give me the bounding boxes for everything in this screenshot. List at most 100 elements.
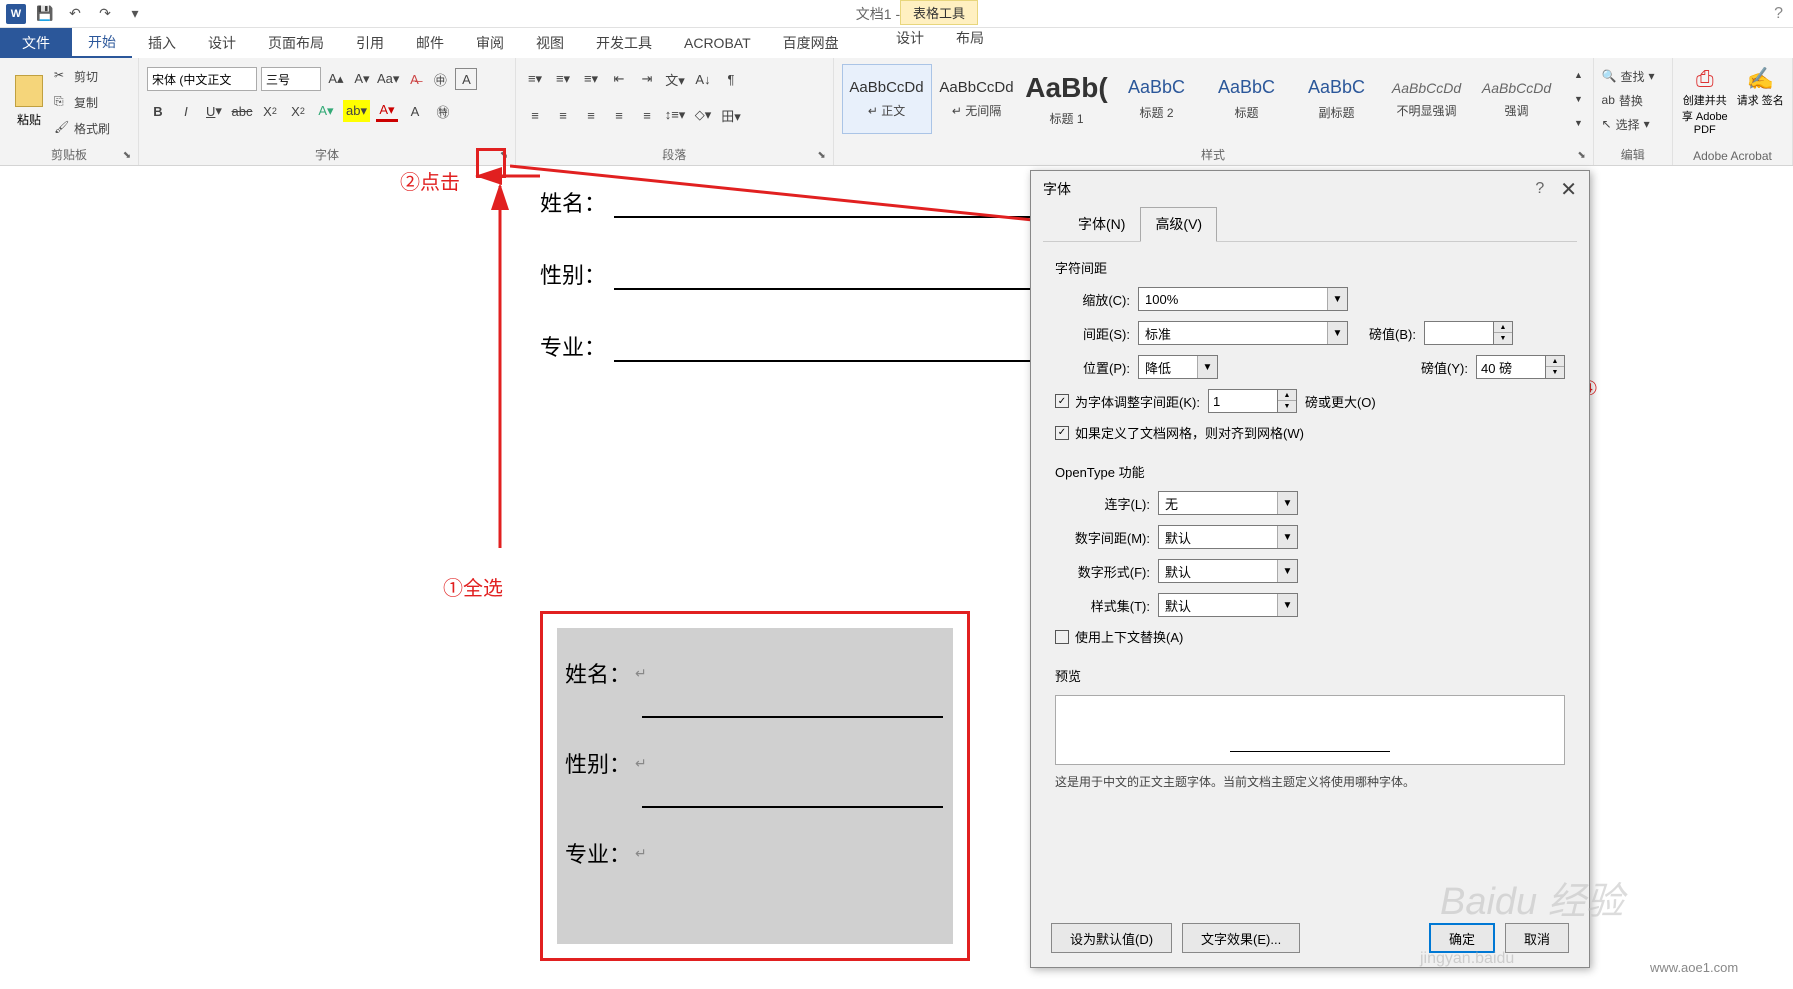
tab-table-design[interactable]: 设计 [880, 28, 940, 48]
paragraph-launcher-icon[interactable]: ⬊ [815, 148, 829, 162]
numspacing-combo[interactable]: 默认▼ [1158, 525, 1298, 549]
sort-button[interactable]: A↓ [692, 68, 714, 90]
table-row[interactable]: 性别：↵ [557, 718, 953, 808]
spinner-up-icon[interactable]: ▲ [1494, 322, 1512, 333]
dialog-close-icon[interactable]: ✕ [1560, 177, 1577, 202]
asian-layout-button[interactable]: 文▾ [664, 68, 686, 90]
tab-page-layout[interactable]: 页面布局 [252, 28, 340, 58]
form-field[interactable]: 姓名： [540, 186, 1060, 218]
font-color-button[interactable]: A▾ [376, 100, 398, 122]
tab-mailings[interactable]: 邮件 [400, 28, 460, 58]
grow-font-button[interactable]: A▴ [325, 68, 347, 90]
styles-more-icon[interactable]: ▼ [1568, 112, 1590, 134]
tab-developer[interactable]: 开发工具 [580, 28, 668, 58]
spinner-down-icon[interactable]: ▼ [1494, 333, 1512, 344]
dialog-tab-font[interactable]: 字体(N) [1063, 207, 1140, 241]
set-default-button[interactable]: 设为默认值(D) [1051, 923, 1172, 953]
align-center-button[interactable]: ≡ [552, 104, 574, 126]
spinner-down-icon[interactable]: ▼ [1546, 367, 1564, 378]
bold-button[interactable]: B [147, 100, 169, 122]
snap-grid-checkbox[interactable]: ✓ [1055, 426, 1069, 440]
increase-indent-button[interactable]: ⇥ [636, 68, 658, 90]
tab-view[interactable]: 视图 [520, 28, 580, 58]
underline-button[interactable]: U▾ [203, 100, 225, 122]
dialog-tab-advanced[interactable]: 高级(V) [1140, 207, 1217, 242]
font-family-select[interactable] [147, 67, 257, 91]
spacing-combo[interactable]: 标准▼ [1138, 321, 1348, 345]
italic-button[interactable]: I [175, 100, 197, 122]
style-item[interactable]: AaBbCcDd↵ 正文 [842, 64, 932, 134]
qat-redo-icon[interactable]: ↷ [94, 3, 116, 25]
style-item[interactable]: AaBbCcDd强调 [1472, 64, 1562, 134]
qat-undo-icon[interactable]: ↶ [64, 3, 86, 25]
spacing-pt-spinner[interactable]: ▲▼ [1424, 321, 1513, 345]
bullets-button[interactable]: ≡▾ [524, 68, 546, 90]
cut-button[interactable]: ✂剪切 [54, 64, 110, 88]
form-field[interactable]: 专业： [540, 330, 1060, 362]
styles-launcher-icon[interactable]: ⬊ [1575, 148, 1589, 162]
numbering-button[interactable]: ≡▾ [552, 68, 574, 90]
text-effects-button[interactable]: A▾ [315, 100, 337, 122]
align-distribute-button[interactable]: ≡ [636, 104, 658, 126]
find-button[interactable]: 🔍查找▾ [1602, 64, 1664, 88]
ligature-combo[interactable]: 无▼ [1158, 491, 1298, 515]
style-item[interactable]: AaBbCcDd↵ 无间隔 [932, 64, 1022, 134]
style-item[interactable]: AaBbCcDd不明显强调 [1382, 64, 1472, 134]
cancel-button[interactable]: 取消 [1505, 923, 1569, 953]
styles-scroll-down-icon[interactable]: ▼ [1568, 88, 1590, 110]
borders-button[interactable]: 田▾ [720, 104, 742, 126]
subscript-button[interactable]: X2 [259, 100, 281, 122]
chevron-down-icon[interactable]: ▼ [1277, 560, 1297, 582]
font-size-select[interactable] [261, 67, 321, 91]
superscript-button[interactable]: X2 [287, 100, 309, 122]
numform-combo[interactable]: 默认▼ [1158, 559, 1298, 583]
ok-button[interactable]: 确定 [1429, 923, 1495, 953]
kerning-checkbox[interactable]: ✓ [1055, 394, 1069, 408]
context-alt-checkbox[interactable] [1055, 630, 1069, 644]
char-border-button[interactable]: A [455, 68, 477, 90]
show-marks-button[interactable]: ¶ [720, 68, 742, 90]
table-row[interactable]: 姓名：↵ [557, 628, 953, 718]
tab-file[interactable]: 文件 [0, 28, 72, 58]
tab-review[interactable]: 审阅 [460, 28, 520, 58]
char-shading-button[interactable]: A [404, 100, 426, 122]
replace-button[interactable]: ab替换 [1602, 88, 1664, 112]
tab-baidu-netdisk[interactable]: 百度网盘 [767, 28, 855, 58]
chevron-down-icon[interactable]: ▼ [1277, 492, 1297, 514]
chevron-down-icon[interactable]: ▼ [1327, 322, 1347, 344]
align-left-button[interactable]: ≡ [524, 104, 546, 126]
styleset-combo[interactable]: 默认▼ [1158, 593, 1298, 617]
tab-home[interactable]: 开始 [72, 28, 132, 58]
multilevel-button[interactable]: ≡▾ [580, 68, 602, 90]
shrink-font-button[interactable]: A▾ [351, 68, 373, 90]
qat-save-icon[interactable]: 💾 [34, 3, 56, 25]
tab-insert[interactable]: 插入 [132, 28, 192, 58]
highlight-button[interactable]: ab▾ [343, 100, 370, 122]
form-field[interactable]: 性别： [540, 258, 1060, 290]
scale-combo[interactable]: 100%▼ [1138, 287, 1348, 311]
style-item[interactable]: AaBbC标题 2 [1112, 64, 1202, 134]
style-item[interactable]: AaBb(标题 1 [1022, 64, 1112, 134]
strikethrough-button[interactable]: abc [231, 100, 253, 122]
decrease-indent-button[interactable]: ⇤ [608, 68, 630, 90]
position-combo[interactable]: 降低▼ [1138, 355, 1218, 379]
spinner-up-icon[interactable]: ▲ [1546, 356, 1564, 367]
tab-design[interactable]: 设计 [192, 28, 252, 58]
paste-button[interactable]: 粘贴 [8, 62, 50, 140]
kerning-spinner[interactable]: ▲▼ [1208, 389, 1297, 413]
format-painter-button[interactable]: 🖌格式刷 [54, 116, 110, 140]
clipboard-launcher-icon[interactable]: ⬊ [120, 148, 134, 162]
enclose-char-button[interactable]: ㊕ [432, 100, 454, 122]
align-justify-button[interactable]: ≡ [608, 104, 630, 126]
select-button[interactable]: ↖选择▾ [1602, 112, 1664, 136]
chevron-down-icon[interactable]: ▼ [1327, 288, 1347, 310]
font-launcher-icon[interactable]: ⬊ [497, 148, 511, 162]
tab-references[interactable]: 引用 [340, 28, 400, 58]
spinner-up-icon[interactable]: ▲ [1278, 390, 1296, 401]
selected-table[interactable]: 姓名：↵性别：↵专业：↵ [540, 611, 970, 961]
tab-table-layout[interactable]: 布局 [940, 28, 1000, 48]
qat-customize-icon[interactable]: ▾ [124, 3, 146, 25]
help-icon[interactable]: ? [1774, 5, 1783, 23]
text-effects-button[interactable]: 文字效果(E)... [1182, 923, 1300, 953]
chevron-down-icon[interactable]: ▼ [1197, 356, 1217, 378]
